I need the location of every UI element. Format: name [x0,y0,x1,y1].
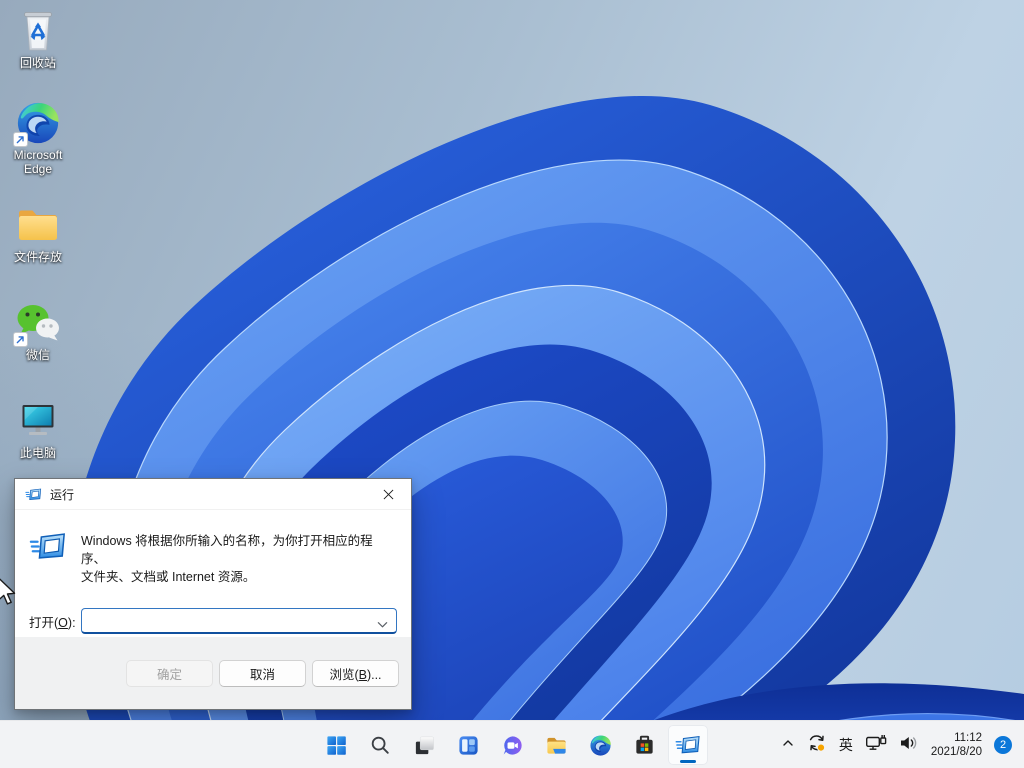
task-view-icon [415,736,434,754]
desktop-icon-label: 此电脑 [19,446,56,460]
run-dialog-description: Windows 将根据你所输入的名称，为你打开相应的程序、 文件夹、文档或 In… [81,532,397,586]
browse-button[interactable]: 浏览(B)... [312,659,399,687]
run-dialog-body: Windows 将根据你所输入的名称，为你打开相应的程序、 文件夹、文档或 In… [15,510,411,637]
close-icon [383,489,393,499]
update-status-icon[interactable] [807,733,827,758]
desktop-icon-wechat[interactable]: 微信 [0,300,76,362]
run-icon [25,488,42,500]
run-dialog: 运行 Windows 将根据你所输入的名称，为你打开相应的程序、 文件夹、文档或… [14,478,412,710]
open-label: 打开(O): [29,615,76,630]
run-icon [29,533,65,559]
file-explorer-icon [546,737,566,754]
folder-icon [19,210,57,240]
search-icon [371,736,389,754]
task-view-button[interactable] [404,725,444,765]
ethernet-icon[interactable] [865,733,887,757]
ok-button[interactable]: 确定 [126,659,213,687]
cancel-button[interactable]: 取消 [219,659,306,687]
desktop-icon-label: 微信 [25,348,50,362]
run-dialog-footer: 确定 取消 浏览(B)... [15,637,411,709]
ime-indicator[interactable]: 英 [839,735,853,755]
close-button[interactable] [371,481,405,507]
desktop-icon-file-storage[interactable]: 文件存放 [0,202,76,264]
shortcut-arrow-icon [13,332,28,347]
desktop-icon-microsoft-edge[interactable]: Microsoft Edge [0,100,76,176]
start-button[interactable] [316,725,356,765]
edge-button[interactable] [580,725,620,765]
run-dialog-titlebar[interactable]: 运行 [15,479,411,510]
store-icon [635,735,653,754]
edge-icon [589,734,611,756]
taskbar: 英 11:12 2021/8/20 2 [0,720,1024,768]
chat-button[interactable] [492,725,532,765]
run-command-input[interactable] [81,608,397,634]
description-line2: 文件夹、文档或 Internet 资源。 [81,570,256,584]
monitor-icon [22,405,54,435]
chevron-down-icon[interactable] [377,618,388,632]
search-button[interactable] [360,725,400,765]
recycle-bin-icon [24,12,52,51]
active-app-indicator [680,760,696,763]
store-button[interactable] [624,725,664,765]
start-icon [326,735,346,755]
desktop-icon-label: 回收站 [19,56,56,70]
chat-icon [503,735,522,755]
system-tray: 英 11:12 2021/8/20 2 [781,721,1024,768]
speaker-icon[interactable] [899,735,919,756]
clock[interactable]: 11:12 2021/8/20 [931,731,982,759]
description-line1: Windows 将根据你所输入的名称，为你打开相应的程序、 [81,534,373,566]
chevron-up-icon[interactable] [781,736,795,755]
widgets-icon [458,735,478,755]
run-icon [675,735,700,754]
taskbar-center [316,721,708,768]
desktop: 回收站 Microsoft Edge 文件存放 微信 此电脑 运行 Window… [0,0,1024,768]
desktop-icon-recycle-bin[interactable]: 回收站 [0,8,76,70]
clock-time: 11:12 [954,732,982,744]
clock-date: 2021/8/20 [930,746,982,758]
run-taskbar-button[interactable] [668,725,708,765]
widgets-button[interactable] [448,725,488,765]
run-dialog-title: 运行 [50,487,75,502]
desktop-icon-label: 文件存放 [13,250,62,264]
file-explorer-button[interactable] [536,725,576,765]
notification-badge[interactable]: 2 [994,736,1012,754]
shortcut-arrow-icon [13,132,28,147]
desktop-icon-this-pc[interactable]: 此电脑 [0,398,76,460]
desktop-icon-label: Microsoft Edge [13,148,63,176]
